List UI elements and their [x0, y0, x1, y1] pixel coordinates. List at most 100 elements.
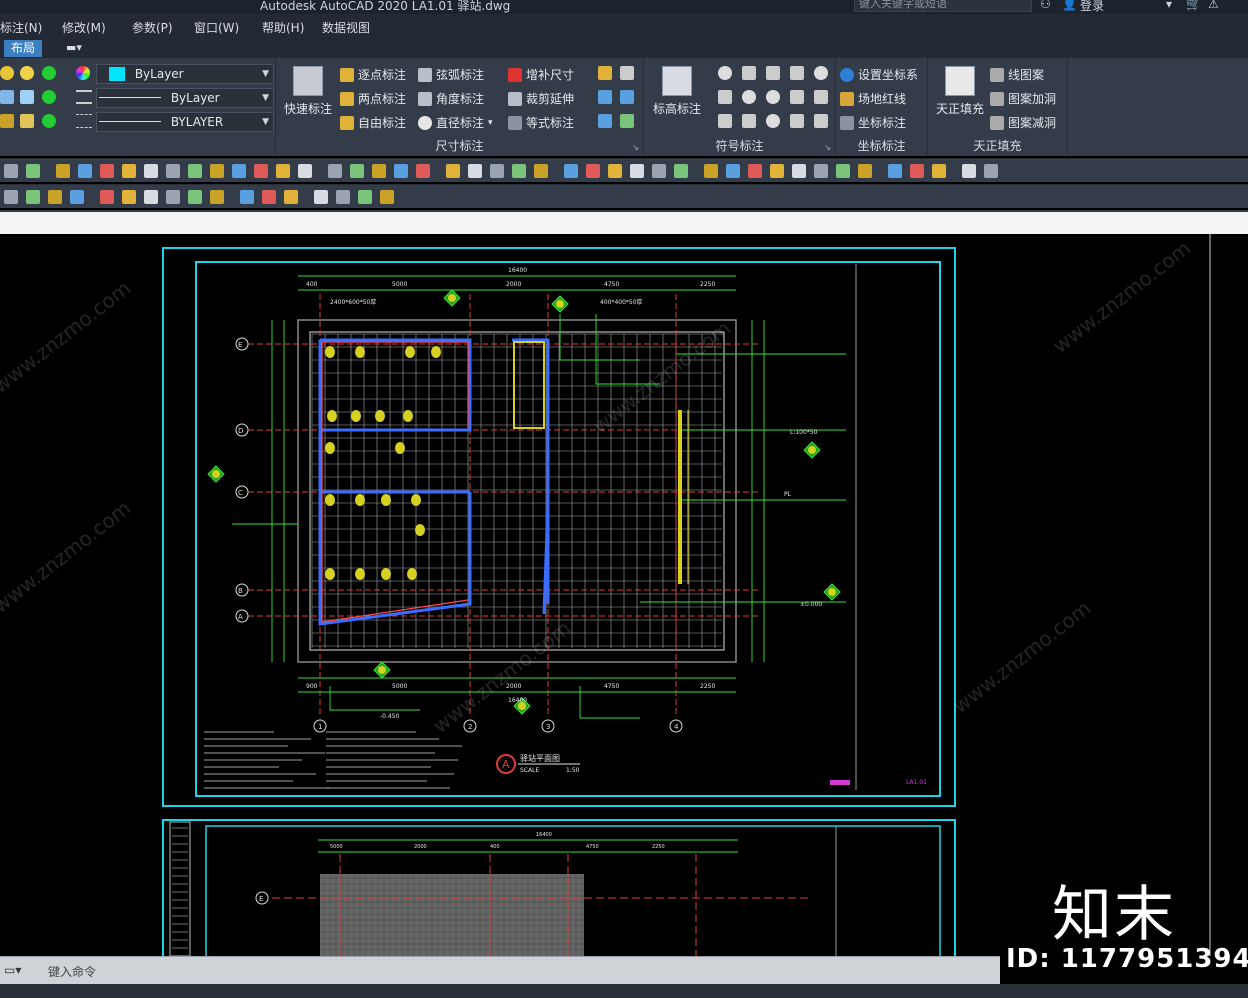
toolbar-tool-icon[interactable]	[652, 164, 666, 178]
diameter-dim-button[interactable]: 直径标注 ▾	[418, 114, 493, 131]
menu-data-view[interactable]: 数据视图	[322, 19, 370, 36]
pencil-icon[interactable]	[598, 66, 612, 80]
toolbar-tool-icon[interactable]	[630, 164, 644, 178]
toolbar-tool-icon[interactable]	[100, 190, 114, 204]
line-pattern-button[interactable]: 线图案	[990, 66, 1044, 83]
break-line-icon[interactable]	[718, 114, 732, 128]
pattern-remove-hole-button[interactable]: 图案减洞	[990, 114, 1056, 131]
pin-icon[interactable]	[598, 114, 612, 128]
panel-expand-icon[interactable]: ↘	[824, 143, 831, 152]
menu-modify[interactable]: 修改(M)	[62, 19, 106, 36]
toolbar-tool-icon[interactable]	[70, 190, 84, 204]
menu-window[interactable]: 窗口(W)	[194, 19, 239, 36]
dim-arrow-icon[interactable]	[598, 90, 612, 104]
menu-dimension[interactable]: 标注(N)	[0, 19, 42, 36]
circle-index-icon[interactable]	[766, 114, 780, 128]
section-symbol-icon[interactable]	[742, 66, 756, 80]
circle-mark-icon[interactable]	[766, 90, 780, 104]
toolbar-tool-icon[interactable]	[254, 164, 268, 178]
toolbar-tool-icon[interactable]	[188, 164, 202, 178]
panel-expand-icon[interactable]: ↘	[632, 143, 639, 152]
toolbar-tool-icon[interactable]	[380, 190, 394, 204]
dim-merge-icon[interactable]	[620, 90, 634, 104]
free-dim-button[interactable]: 自由标注	[340, 114, 406, 131]
toolbar-tool-icon[interactable]	[962, 164, 976, 178]
chevron-down-icon[interactable]: ▾	[1166, 0, 1172, 11]
toolbar-tool-icon[interactable]	[674, 164, 688, 178]
equal-dim-button[interactable]: 等式标注	[508, 114, 574, 131]
table-symbol-icon[interactable]	[814, 114, 828, 128]
coord-dim-button[interactable]: 坐标标注	[840, 114, 906, 131]
toolbar-tool-icon[interactable]	[4, 190, 18, 204]
login-button[interactable]: 登录	[1080, 0, 1104, 14]
toolbar-tool-icon[interactable]	[166, 164, 180, 178]
toolbar-tool-icon[interactable]	[336, 190, 350, 204]
toolbar-tool-icon[interactable]	[770, 164, 784, 178]
color-select[interactable]: ByLayer ▼	[96, 64, 274, 84]
set-coord-system-button[interactable]: 设置坐标系	[840, 66, 918, 83]
axis-symbol-icon[interactable]	[790, 114, 804, 128]
tangent-fill-button[interactable]: 天正填充	[932, 66, 988, 117]
layer-on-icon[interactable]	[42, 90, 56, 104]
toolbar-tool-icon[interactable]	[328, 164, 342, 178]
trim-extend-button[interactable]: 裁剪延伸	[508, 90, 574, 107]
toolbar-tool-icon[interactable]	[26, 190, 40, 204]
lineweight-select[interactable]: BYLAYER ▼	[96, 112, 274, 132]
toolbar-tool-icon[interactable]	[26, 164, 40, 178]
toolbar-tool-icon[interactable]	[210, 190, 224, 204]
toolbar-tool-icon[interactable]	[298, 164, 312, 178]
toolbar-tool-icon[interactable]	[586, 164, 600, 178]
lineweight-icon[interactable]	[76, 114, 92, 128]
binoculars-icon[interactable]: ⚇	[1040, 0, 1051, 11]
toolbar-tool-icon[interactable]	[144, 164, 158, 178]
toolbar-tool-icon[interactable]	[276, 164, 290, 178]
layer-status-icon[interactable]	[42, 66, 56, 80]
linetype-icon[interactable]	[76, 90, 92, 104]
toolbar-tool-icon[interactable]	[144, 190, 158, 204]
edit-icon[interactable]	[620, 114, 634, 128]
toolbar-tool-icon[interactable]	[932, 164, 946, 178]
elevation-button[interactable]: 标高标注	[648, 66, 706, 117]
toolbar-tool-icon[interactable]	[564, 164, 578, 178]
angle-dim-button[interactable]: 角度标注	[418, 90, 484, 107]
menu-help[interactable]: 帮助(H)	[262, 19, 304, 36]
toolbar-tool-icon[interactable]	[4, 164, 18, 178]
toolbar-tool-icon[interactable]	[122, 190, 136, 204]
search-input[interactable]: 键入关键字或短语	[854, 0, 1032, 12]
toolbar-tool-icon[interactable]	[350, 164, 364, 178]
point-dim-button[interactable]: 逐点标注	[340, 66, 406, 83]
command-input[interactable]: 键入命令	[48, 963, 96, 980]
toolbar-tool-icon[interactable]	[358, 190, 372, 204]
toolbar-tool-icon[interactable]	[836, 164, 850, 178]
toolbar-tool-icon[interactable]	[78, 164, 92, 178]
toolbar-tool-icon[interactable]	[512, 164, 526, 178]
quick-dim-button[interactable]: 快速标注	[282, 66, 334, 117]
command-line[interactable]: ▭▾ 键入命令	[0, 956, 1000, 984]
command-history-icon[interactable]: ▭▾	[4, 963, 21, 977]
layer-plot-icon[interactable]	[42, 114, 56, 128]
toolbar-tool-icon[interactable]	[608, 164, 622, 178]
detail-index-icon[interactable]	[742, 90, 756, 104]
toolbar-tool-icon[interactable]	[726, 164, 740, 178]
tab-layout[interactable]: 布局	[4, 40, 42, 57]
section-symbol-2-icon[interactable]	[766, 66, 780, 80]
linetype-select[interactable]: ByLayer ▼	[96, 88, 274, 108]
toolbar-tool-icon[interactable]	[704, 164, 718, 178]
two-point-dim-button[interactable]: 两点标注	[340, 90, 406, 107]
text-symbol-icon[interactable]	[814, 90, 828, 104]
toolbar-tool-icon[interactable]	[416, 164, 430, 178]
toolbar-tool-icon[interactable]	[446, 164, 460, 178]
toolbar-tool-icon[interactable]	[394, 164, 408, 178]
menu-params[interactable]: 参数(P)	[132, 19, 173, 36]
toolbar-tool-icon[interactable]	[858, 164, 872, 178]
toolbar-tool-icon[interactable]	[56, 164, 70, 178]
compass-icon[interactable]	[814, 66, 828, 80]
toolbar-tool-icon[interactable]	[262, 190, 276, 204]
toolbar-tool-icon[interactable]	[240, 190, 254, 204]
bulb-icon[interactable]	[0, 66, 14, 80]
toolbar-tool-icon[interactable]	[284, 190, 298, 204]
toolbar-tool-icon[interactable]	[122, 164, 136, 178]
toolbar-tool-icon[interactable]	[984, 164, 998, 178]
toolbar-tool-icon[interactable]	[314, 190, 328, 204]
toolbar-tool-icon[interactable]	[166, 190, 180, 204]
